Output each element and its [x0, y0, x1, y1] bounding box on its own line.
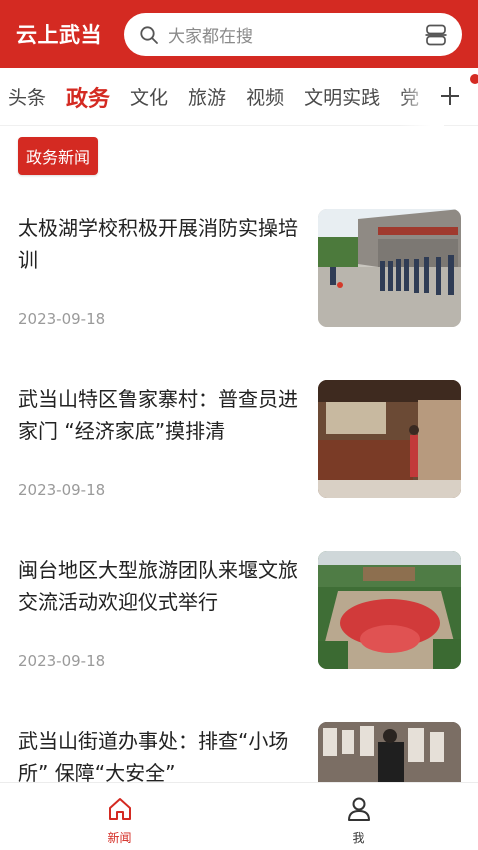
- nav-me[interactable]: 我: [239, 783, 478, 850]
- home-icon: [106, 795, 134, 823]
- section-tag: 政务新闻: [18, 137, 99, 175]
- nav-label: 新闻: [107, 831, 132, 845]
- search-icon: [138, 24, 160, 46]
- tab-video[interactable]: 视频: [246, 83, 284, 110]
- search-placeholder: 大家都在搜: [168, 27, 253, 47]
- scan-icon[interactable]: [424, 23, 448, 47]
- news-date: 2023-09-18: [18, 652, 106, 670]
- app-title: 云上武当: [16, 23, 102, 47]
- news-title[interactable]: 闽台地区大型旅游团队来堰文旅交流活动欢迎仪式举行: [18, 554, 298, 618]
- news-title[interactable]: 太极湖学校积极开展消防实操培训: [18, 212, 298, 276]
- news-date: 2023-09-18: [18, 310, 106, 328]
- notification-dot: [470, 74, 478, 84]
- news-date: 2023-09-18: [18, 481, 106, 499]
- bottom-nav: 新闻 我: [0, 782, 478, 850]
- news-item[interactable]: 武当山特区鲁家寨村：普查员进家门 “经济家底”摸排清 2023-09-18: [0, 380, 478, 533]
- tab-travel[interactable]: 旅游: [188, 83, 226, 110]
- news-thumbnail[interactable]: [318, 380, 461, 498]
- user-icon: [345, 795, 373, 823]
- tab-civilization[interactable]: 文明实践: [304, 83, 380, 110]
- nav-news[interactable]: 新闻: [0, 783, 239, 850]
- tab-culture[interactable]: 文化: [130, 83, 168, 110]
- nav-label: 我: [352, 831, 365, 845]
- app-header: 云上武当 大家都在搜: [0, 0, 478, 68]
- news-title[interactable]: 武当山特区鲁家寨村：普查员进家门 “经济家底”摸排清: [18, 383, 298, 447]
- search-bar[interactable]: 大家都在搜: [124, 13, 462, 56]
- news-item[interactable]: 闽台地区大型旅游团队来堰文旅交流活动欢迎仪式举行 2023-09-18: [0, 551, 478, 704]
- news-item[interactable]: 太极湖学校积极开展消防实操培训 2023-09-18: [0, 209, 478, 362]
- category-tabs: 头条 政务 文化 旅游 视频 文明实践 党: [0, 68, 478, 126]
- tab-government[interactable]: 政务: [66, 81, 110, 113]
- plus-icon[interactable]: [438, 84, 462, 108]
- news-thumbnail[interactable]: [318, 551, 461, 669]
- news-title[interactable]: 武当山街道办事处：排查“小场所” 保障“大安全”: [18, 725, 298, 789]
- tab-headlines[interactable]: 头条: [8, 83, 46, 110]
- news-thumbnail[interactable]: [318, 209, 461, 327]
